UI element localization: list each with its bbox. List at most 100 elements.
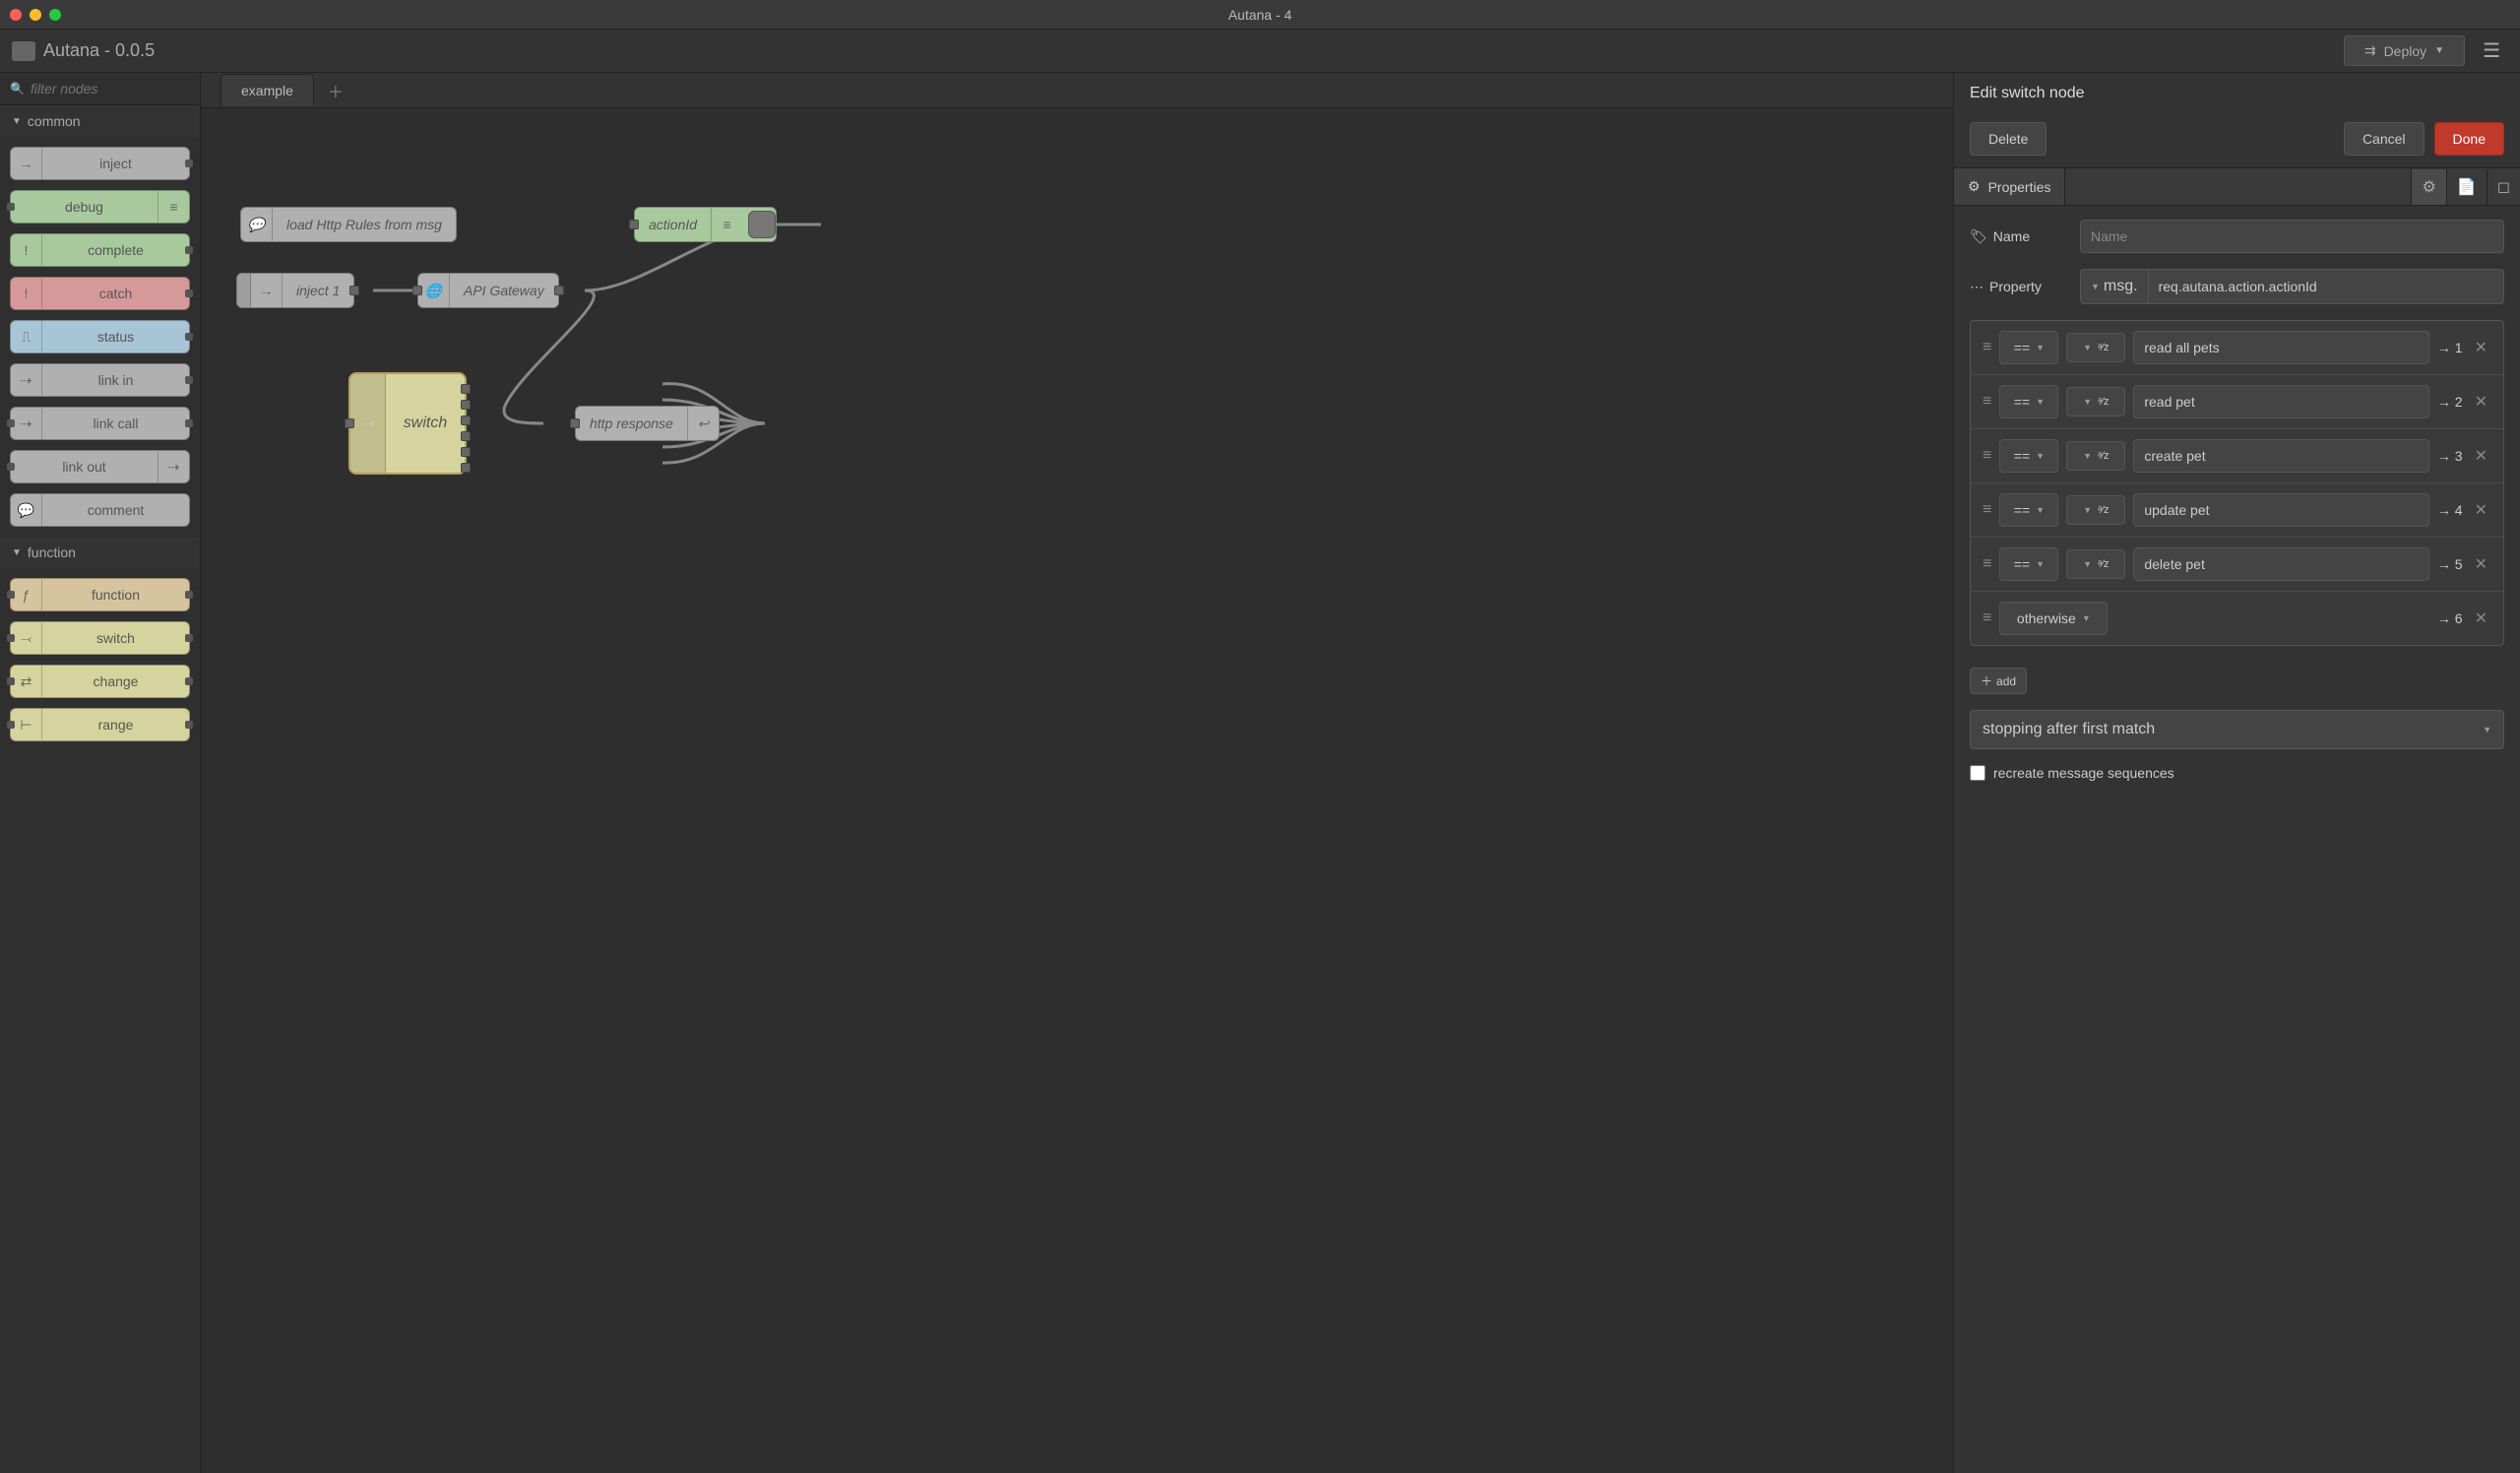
- deploy-button[interactable]: ⇉ Deploy ▼: [2344, 35, 2465, 66]
- palette-inject[interactable]: →inject: [10, 147, 190, 180]
- input-port[interactable]: [412, 286, 422, 295]
- tab-example[interactable]: example: [220, 74, 314, 106]
- flow-node-actionid[interactable]: actionId ≡: [634, 207, 777, 242]
- value-type-select[interactable]: ▼ᵃ⁄ᴢ: [2066, 441, 2125, 471]
- palette-link-out[interactable]: link out⇢: [10, 450, 190, 483]
- value-type-select[interactable]: ▼ᵃ⁄ᴢ: [2066, 387, 2125, 416]
- reply-icon: ↩: [687, 407, 719, 440]
- description-icon[interactable]: 📄: [2446, 169, 2487, 205]
- palette-status[interactable]: ⎍status: [10, 320, 190, 353]
- palette-catch[interactable]: !catch: [10, 277, 190, 310]
- rule-value-input[interactable]: [2133, 385, 2429, 418]
- debug-toggle[interactable]: [748, 211, 776, 238]
- palette-node-label: status: [42, 329, 189, 345]
- operator-select[interactable]: ==▼: [1999, 439, 2058, 473]
- input-port[interactable]: [629, 220, 639, 229]
- output-port[interactable]: [554, 286, 564, 295]
- add-tab-button[interactable]: ＋: [318, 75, 353, 106]
- delete-rule-icon[interactable]: ✕: [2471, 550, 2491, 578]
- category-common[interactable]: ▼common: [0, 105, 200, 137]
- output-port-5[interactable]: [461, 447, 471, 457]
- input-port: [7, 419, 15, 427]
- palette-switch[interactable]: ⤙switch: [10, 621, 190, 655]
- inject-trigger[interactable]: [237, 274, 251, 307]
- properties-tab[interactable]: ⚙ Properties: [1954, 168, 2065, 205]
- msg-prefix: msg.: [2104, 278, 2138, 295]
- input-port[interactable]: [345, 418, 354, 428]
- palette-change[interactable]: ⇄change: [10, 665, 190, 698]
- status-icon: ⎍: [11, 321, 42, 352]
- output-port-3[interactable]: [461, 416, 471, 425]
- palette-link-call[interactable]: ⇢link call: [10, 407, 190, 440]
- value-type-select[interactable]: ▼ᵃ⁄ᴢ: [2066, 333, 2125, 362]
- flow-node-load-rules[interactable]: 💬 load Http Rules from msg: [240, 207, 457, 242]
- delete-rule-icon[interactable]: ✕: [2471, 388, 2491, 416]
- flow-canvas[interactable]: 💬 load Http Rules from msg → inject 1 🌐 …: [201, 108, 1953, 1473]
- appearance-icon[interactable]: ◻: [2487, 169, 2520, 205]
- operator-select[interactable]: ==▼: [1999, 385, 2058, 418]
- palette-function[interactable]: ƒfunction: [10, 578, 190, 611]
- drag-handle-icon[interactable]: ≡: [1983, 555, 1991, 573]
- editor-tabbar: ⚙ Properties ⚙ 📄 ◻: [1954, 167, 2520, 206]
- operator-select[interactable]: ==▼: [1999, 331, 2058, 364]
- maximize-icon[interactable]: [49, 9, 61, 21]
- operator-select[interactable]: ==▼: [1999, 493, 2058, 527]
- palette-link-in[interactable]: ⇢link in: [10, 363, 190, 397]
- value-type-select[interactable]: ▼ᵃ⁄ᴢ: [2066, 549, 2125, 579]
- palette-complete[interactable]: !complete: [10, 233, 190, 267]
- node-label: inject 1: [283, 283, 353, 298]
- input-port[interactable]: [570, 418, 580, 428]
- output-port[interactable]: [349, 286, 359, 295]
- recreate-checkbox[interactable]: [1970, 765, 1985, 781]
- flow-node-http-response[interactable]: http response ↩: [575, 406, 720, 441]
- rule-row-otherwise: ≡otherwise▼→ 6✕: [1971, 592, 2503, 645]
- property-value-input[interactable]: [2149, 271, 2503, 302]
- name-input[interactable]: [2080, 220, 2504, 253]
- palette-range[interactable]: ⊢range: [10, 708, 190, 741]
- done-button[interactable]: Done: [2434, 122, 2504, 156]
- settings-icon[interactable]: ⚙: [2411, 169, 2445, 205]
- match-mode-select[interactable]: stopping after first match ▼: [1970, 710, 2504, 749]
- flow-node-inject[interactable]: → inject 1: [236, 273, 354, 308]
- palette-node-label: function: [42, 587, 189, 603]
- chevron-down-icon: ▼: [2091, 282, 2100, 291]
- palette-debug[interactable]: debug≡: [10, 190, 190, 224]
- flow-node-switch[interactable]: ⤙ switch: [348, 372, 467, 475]
- delete-rule-icon[interactable]: ✕: [2471, 442, 2491, 470]
- rule-value-input[interactable]: [2133, 439, 2429, 473]
- flow-node-api-gateway[interactable]: 🌐 API Gateway: [417, 273, 559, 308]
- output-port-4[interactable]: [461, 431, 471, 441]
- operator-select[interactable]: otherwise▼: [1999, 602, 2108, 635]
- hamburger-menu-icon[interactable]: ☰: [2475, 34, 2508, 67]
- debug-icon: ≡: [158, 191, 189, 223]
- output-port-6[interactable]: [461, 463, 471, 473]
- drag-handle-icon[interactable]: ≡: [1983, 339, 1991, 356]
- drag-handle-icon[interactable]: ≡: [1983, 393, 1991, 411]
- drag-handle-icon[interactable]: ≡: [1983, 447, 1991, 465]
- property-type-select[interactable]: ▼ msg.: [2081, 270, 2149, 303]
- name-label: 🏷 Name: [1970, 228, 2068, 245]
- delete-rule-icon[interactable]: ✕: [2471, 334, 2491, 361]
- category-function[interactable]: ▼function: [0, 537, 200, 568]
- output-port-2[interactable]: [461, 400, 471, 410]
- value-type-select[interactable]: ▼ᵃ⁄ᴢ: [2066, 495, 2125, 525]
- rule-value-input[interactable]: [2133, 493, 2429, 527]
- drag-handle-icon[interactable]: ≡: [1983, 609, 1991, 627]
- delete-rule-icon[interactable]: ✕: [2471, 605, 2491, 632]
- rule-row: ≡==▼▼ᵃ⁄ᴢ→ 2✕: [1971, 375, 2503, 429]
- operator-select[interactable]: ==▼: [1999, 547, 2058, 581]
- add-rule-button[interactable]: ＋ add: [1970, 668, 2027, 694]
- rule-value-input[interactable]: [2133, 331, 2429, 364]
- link in-icon: ⇢: [11, 364, 42, 396]
- close-icon[interactable]: [10, 9, 22, 21]
- delete-button[interactable]: Delete: [1970, 122, 2047, 156]
- delete-rule-icon[interactable]: ✕: [2471, 496, 2491, 524]
- chevron-down-icon: ▼: [2083, 343, 2092, 352]
- minimize-icon[interactable]: [30, 9, 41, 21]
- palette-comment[interactable]: 💬comment: [10, 493, 190, 527]
- rule-value-input[interactable]: [2133, 547, 2429, 581]
- filter-input[interactable]: [31, 81, 190, 96]
- drag-handle-icon[interactable]: ≡: [1983, 501, 1991, 519]
- cancel-button[interactable]: Cancel: [2344, 122, 2425, 156]
- output-port-1[interactable]: [461, 384, 471, 394]
